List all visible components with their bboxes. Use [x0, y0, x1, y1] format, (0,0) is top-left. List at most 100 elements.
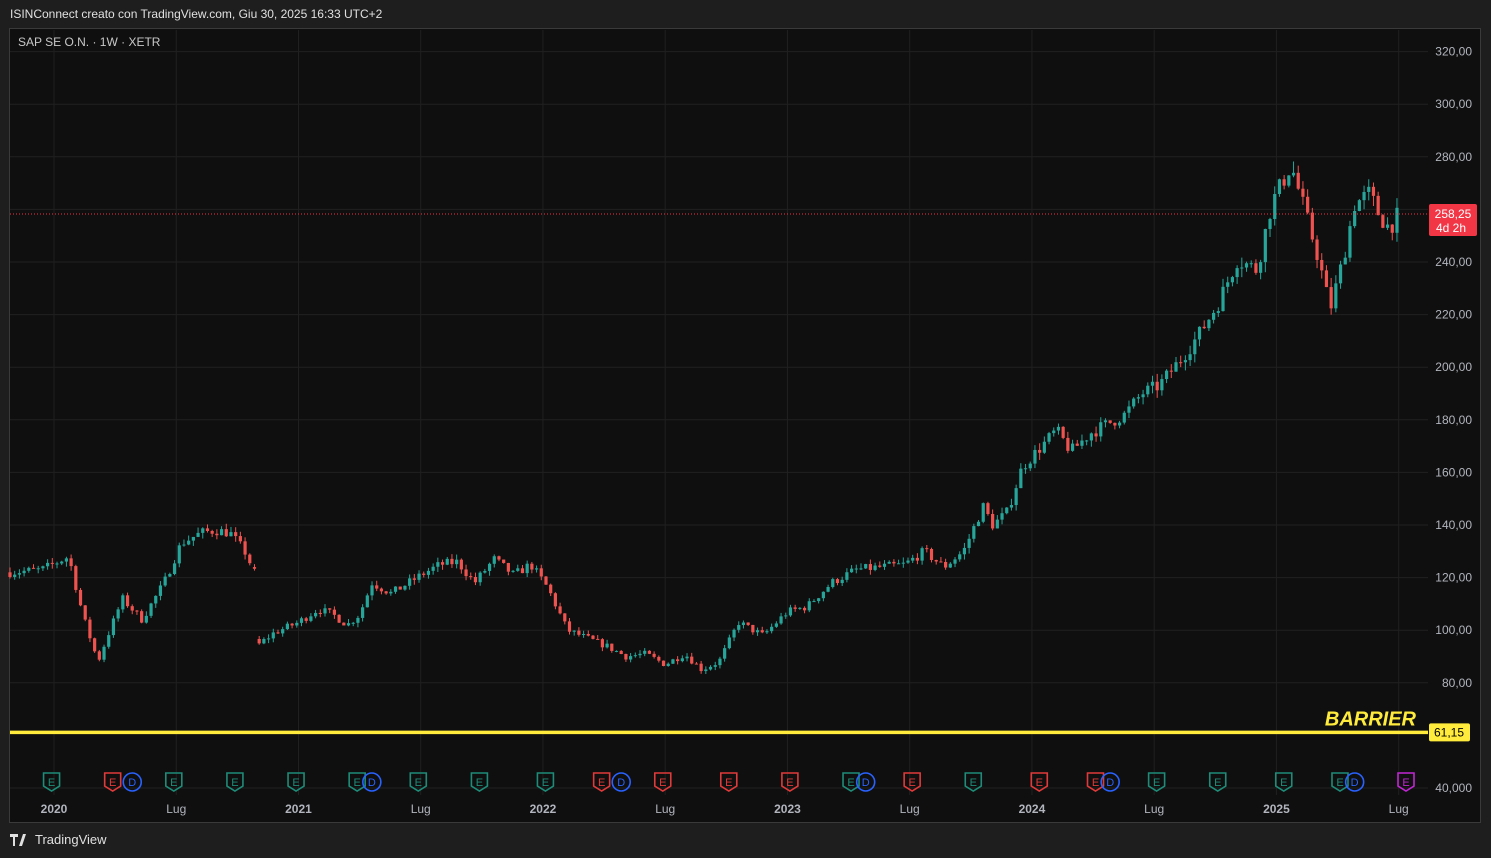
candle — [224, 523, 228, 538]
earnings-event-icon[interactable]: E — [1397, 772, 1415, 792]
candle-body — [1099, 422, 1103, 437]
candle-body — [149, 603, 153, 616]
candle-body — [1244, 263, 1249, 268]
candle-body — [934, 559, 938, 562]
candle-body — [694, 663, 699, 665]
candle — [31, 564, 36, 569]
candle-body — [1085, 440, 1089, 442]
candle — [1221, 278, 1225, 312]
y-tick-label: 180,00 — [1435, 413, 1472, 427]
candle — [1395, 198, 1399, 242]
candle-body — [1212, 312, 1216, 320]
earnings-event-icon[interactable]: E — [103, 772, 122, 792]
symbol-legend[interactable]: SAP SE O.N. · 1W · XETR — [18, 35, 160, 49]
candle — [243, 537, 247, 560]
candle — [1117, 420, 1122, 429]
candle-body — [991, 513, 995, 529]
earnings-event-icon[interactable]: E — [409, 772, 428, 792]
earnings-event-icon[interactable]: E — [592, 772, 611, 792]
dividend-event-icon[interactable]: D — [611, 772, 632, 792]
candle — [149, 602, 153, 618]
event-letter: E — [231, 777, 238, 789]
earnings-event-icon[interactable]: E — [1274, 772, 1293, 792]
candle — [8, 567, 12, 579]
earnings-event-icon[interactable]: E — [536, 772, 555, 792]
candle — [558, 602, 562, 615]
earnings-event-icon[interactable]: E — [470, 772, 489, 792]
candle — [859, 563, 863, 571]
candle-body — [116, 609, 120, 619]
candle-body — [525, 563, 529, 574]
candle-body — [1122, 412, 1126, 423]
candle — [878, 561, 882, 568]
candle — [370, 581, 374, 601]
candle-body — [163, 576, 167, 586]
candle-body — [765, 631, 769, 633]
candle-body — [1009, 505, 1014, 508]
y-tick-label: 320,00 — [1435, 45, 1472, 59]
earnings-event-icon[interactable]: E — [719, 772, 738, 792]
candle — [440, 559, 445, 570]
candle — [125, 592, 130, 608]
earnings-event-icon[interactable]: E — [1030, 772, 1049, 792]
earnings-event-icon[interactable]: E — [287, 772, 305, 792]
candle — [934, 559, 938, 565]
candle — [1329, 277, 1333, 315]
candle — [22, 567, 26, 577]
earnings-event-icon[interactable]: E — [165, 772, 183, 792]
candle — [911, 554, 915, 563]
candle-body — [1197, 326, 1202, 340]
x-tick-label: 2024 — [1019, 802, 1046, 816]
candle — [191, 536, 195, 546]
candle-body — [365, 595, 369, 608]
candle-body — [807, 601, 811, 611]
earnings-event-icon[interactable]: E — [226, 772, 244, 792]
event-letter: D — [128, 777, 136, 789]
candle-body — [379, 588, 384, 592]
candle — [1226, 276, 1230, 294]
candle-body — [1052, 430, 1056, 434]
event-letter: E — [476, 777, 483, 789]
candle-body — [337, 614, 341, 623]
candle — [1202, 320, 1206, 329]
candle-body — [140, 611, 144, 623]
earnings-event-icon[interactable]: E — [1147, 772, 1166, 792]
candle — [1061, 426, 1065, 440]
candle — [130, 604, 134, 615]
event-letter: D — [368, 777, 376, 789]
earnings-event-icon[interactable]: E — [903, 772, 921, 792]
candle — [412, 574, 416, 585]
candle-body — [1338, 264, 1343, 284]
candle — [295, 620, 299, 628]
barrier-price-label: 61,15 — [1429, 723, 1470, 742]
x-tick-label: Lug — [1389, 802, 1409, 816]
candlestick-chart[interactable]: 320,00300,00280,00260,00240,00220,00200,… — [0, 0, 1491, 858]
candle — [835, 578, 840, 586]
candle — [492, 554, 496, 568]
candle-body — [257, 638, 261, 644]
candle — [74, 564, 78, 593]
candle-body — [459, 559, 463, 570]
candle-body — [177, 545, 181, 564]
candle — [121, 593, 125, 613]
candle-body — [455, 559, 459, 565]
earnings-event-icon[interactable]: E — [42, 772, 61, 792]
earnings-event-icon[interactable]: E — [1208, 772, 1227, 792]
tradingview-logo[interactable]: TradingView — [10, 832, 107, 847]
candle — [1197, 326, 1202, 347]
candle — [572, 630, 576, 636]
dividend-event-icon[interactable]: D — [122, 772, 143, 792]
candle-body — [168, 573, 172, 577]
candle-body — [60, 561, 64, 564]
candle-body — [497, 556, 501, 560]
earnings-event-icon[interactable]: E — [653, 772, 672, 792]
candle — [1146, 382, 1150, 398]
earnings-event-icon[interactable]: E — [781, 772, 799, 792]
candle-body — [892, 561, 896, 564]
earnings-event-icon[interactable]: E — [964, 772, 983, 792]
candle — [713, 661, 717, 671]
candle — [318, 609, 322, 618]
candle-body — [1136, 397, 1140, 399]
last-price-label[interactable]: 258,254d 2h — [1429, 204, 1477, 237]
candle — [1188, 345, 1192, 367]
